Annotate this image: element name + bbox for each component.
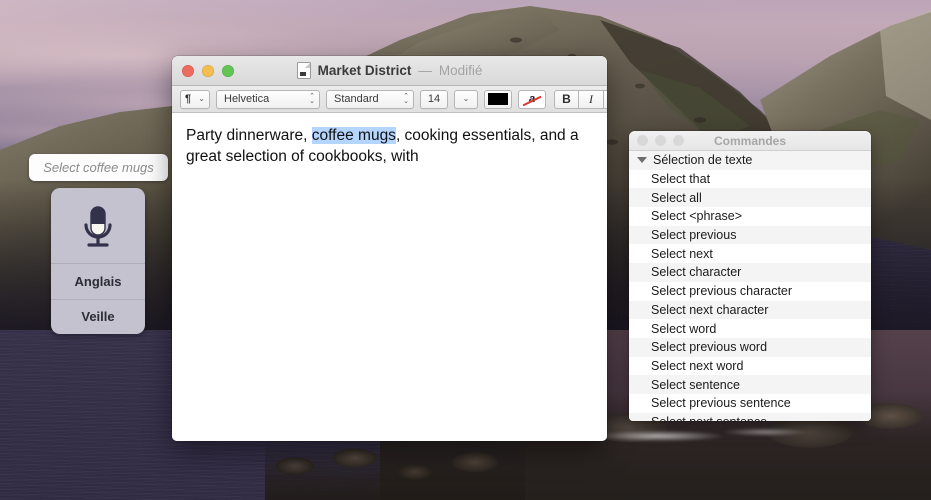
dictation-language-label: Anglais: [74, 273, 122, 289]
chevron-down-icon: ⌄: [198, 94, 205, 103]
list-item[interactable]: Select all: [629, 188, 871, 208]
paragraph-preset-value: Standard: [334, 93, 379, 105]
list-item[interactable]: Select word: [629, 319, 871, 338]
underline-button[interactable]: U: [604, 89, 607, 109]
list-item[interactable]: Select previous word: [629, 337, 871, 357]
font-size-stepper[interactable]: ⌄: [454, 89, 478, 109]
zoom-button[interactable]: [222, 64, 234, 77]
list-item[interactable]: Select next word: [629, 356, 871, 376]
textedit-document-area[interactable]: Party dinnerware, coffee mugs, cooking e…: [172, 113, 607, 441]
document-text[interactable]: Party dinnerware, coffee mugs, cooking e…: [186, 125, 593, 167]
desktop: Select coffee mugs Anglais Veille Market…: [0, 0, 931, 500]
wallpaper-rubble: [265, 440, 525, 500]
textedit-format-toolbar[interactable]: ¶ ⌄ Helvetica ⌃ ⌄ Standard ⌃ ⌄ 14 ⌄ a B …: [172, 86, 607, 113]
microphone-icon: [84, 205, 112, 247]
document-icon: [296, 62, 311, 79]
close-button[interactable]: [637, 135, 648, 146]
textedit-titlebar[interactable]: Market District — Modifié: [172, 56, 607, 86]
minimize-button[interactable]: [655, 135, 666, 146]
font-family-value: Helvetica: [224, 93, 270, 105]
list-item[interactable]: Select character: [629, 263, 871, 282]
commands-list[interactable]: Sélection de texte Select that Select al…: [629, 151, 871, 421]
highlight-glyph: a: [528, 93, 536, 105]
close-button[interactable]: [182, 64, 194, 77]
dictation-sleep-row[interactable]: Veille: [51, 300, 145, 335]
dictation-widget[interactable]: Anglais Veille: [51, 188, 145, 334]
paragraph-style-button[interactable]: ¶ ⌄: [180, 89, 210, 109]
text-selection[interactable]: coffee mugs: [311, 127, 396, 144]
commands-panel-titlebar[interactable]: Commandes: [629, 131, 871, 151]
text-color-button[interactable]: [484, 89, 512, 109]
chevron-down-icon: ⌄: [462, 94, 470, 103]
commands-panel-window[interactable]: Commandes Sélection de texte Select that…: [629, 131, 871, 421]
chevron-updown-icon: ⌃ ⌄: [403, 93, 409, 105]
list-item[interactable]: Select previous character: [629, 281, 871, 301]
list-item[interactable]: Select previous: [629, 225, 871, 245]
list-item[interactable]: Select that: [629, 169, 871, 189]
pilcrow-icon: ¶: [185, 93, 192, 105]
text-style-buttons: B I U: [554, 89, 607, 109]
font-family-select[interactable]: Helvetica ⌃ ⌄: [216, 89, 320, 109]
window-controls: [182, 64, 234, 77]
commands-group-header[interactable]: Sélection de texte: [629, 151, 871, 170]
dictation-transcript-bubble: Select coffee mugs: [29, 154, 168, 181]
font-size-input[interactable]: 14: [420, 89, 448, 109]
bold-button[interactable]: B: [554, 89, 579, 109]
chevron-updown-icon: ⌃ ⌄: [309, 93, 315, 105]
dictation-mic-area[interactable]: [51, 188, 145, 264]
dictation-transcript-text: Select coffee mugs: [43, 160, 154, 175]
list-item[interactable]: Select sentence: [629, 375, 871, 394]
list-item[interactable]: Select <phrase>: [629, 207, 871, 226]
italic-button[interactable]: I: [579, 89, 604, 109]
list-item[interactable]: Select previous sentence: [629, 393, 871, 413]
textedit-window[interactable]: Market District — Modifié ¶ ⌄ Helvetica …: [172, 56, 607, 441]
list-item[interactable]: Select next: [629, 244, 871, 264]
minimize-button[interactable]: [202, 64, 214, 77]
chevron-down-icon[interactable]: [637, 157, 647, 164]
list-item[interactable]: Select next sentence: [629, 412, 871, 421]
highlight-color-button[interactable]: a: [518, 89, 546, 109]
modified-badge: Modifié: [438, 63, 483, 78]
window-title: Market District: [317, 63, 412, 78]
wallpaper-surf-foam: [600, 424, 830, 450]
dictation-sleep-label: Veille: [81, 309, 115, 325]
textedit-title-group: Market District — Modifié: [172, 62, 607, 79]
list-item[interactable]: Select next character: [629, 300, 871, 320]
color-swatch: [488, 93, 508, 105]
font-size-value: 14: [427, 93, 441, 105]
dictation-language-row[interactable]: Anglais: [51, 264, 145, 300]
paragraph-preset-select[interactable]: Standard ⌃ ⌄: [326, 89, 414, 109]
text-before-selection: Party dinnerware,: [186, 127, 312, 144]
commands-group-label: Sélection de texte: [653, 153, 753, 168]
commands-window-controls: [637, 135, 684, 146]
title-dash: —: [418, 63, 432, 78]
zoom-button[interactable]: [673, 135, 684, 146]
